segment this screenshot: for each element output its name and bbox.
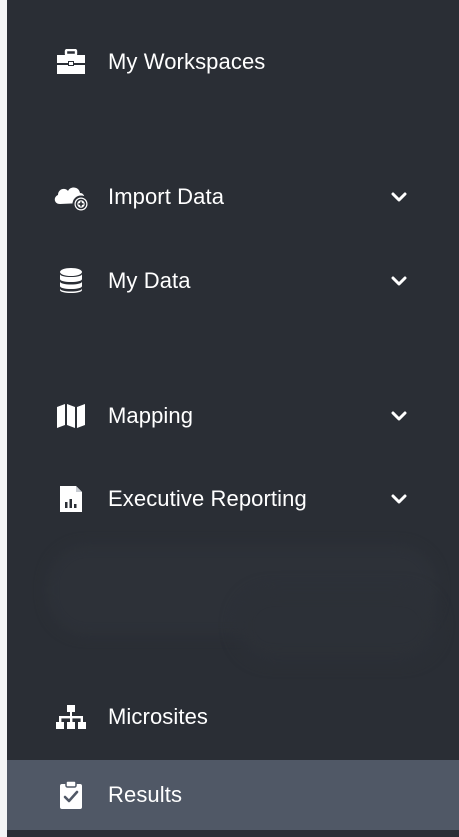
blurred-region <box>237 590 437 660</box>
sidebar-item-label: My Data <box>108 268 191 293</box>
sidebar-item-microsites[interactable]: Microsites <box>7 685 459 749</box>
sidebar-item-label: My Workspaces <box>108 49 266 74</box>
cloud-upload-icon <box>51 177 91 217</box>
sidebar-item-my-data[interactable]: My Data <box>7 249 459 313</box>
clipboard-check-icon <box>51 775 91 815</box>
sidebar-item-import-data[interactable]: Import Data <box>7 165 459 229</box>
sidebar-nav: My Workspaces Import Data My Data Mappin… <box>7 0 459 837</box>
report-icon <box>51 479 91 519</box>
sidebar-item-label: Mapping <box>108 403 194 428</box>
sidebar-item-label: Microsites <box>108 704 209 729</box>
chevron-down-icon[interactable] <box>387 185 411 209</box>
chevron-down-icon[interactable] <box>387 487 411 511</box>
sidebar-item-executive-reporting[interactable]: Executive Reporting <box>7 467 459 531</box>
sidebar-item-label: Executive Reporting <box>108 486 307 511</box>
chevron-down-icon[interactable] <box>387 269 411 293</box>
sidebar-item-label: Import Data <box>108 184 225 209</box>
sidebar-item-my-workspaces[interactable]: My Workspaces <box>7 30 459 94</box>
database-icon <box>51 261 91 301</box>
chevron-down-icon[interactable] <box>387 404 411 428</box>
sidebar-item-results[interactable]: Results <box>7 760 459 830</box>
briefcase-icon <box>51 42 91 82</box>
sitemap-icon <box>51 697 91 737</box>
sidebar-item-mapping[interactable]: Mapping <box>7 384 459 448</box>
sidebar-item-label: Results <box>108 782 183 807</box>
map-icon <box>51 396 91 436</box>
